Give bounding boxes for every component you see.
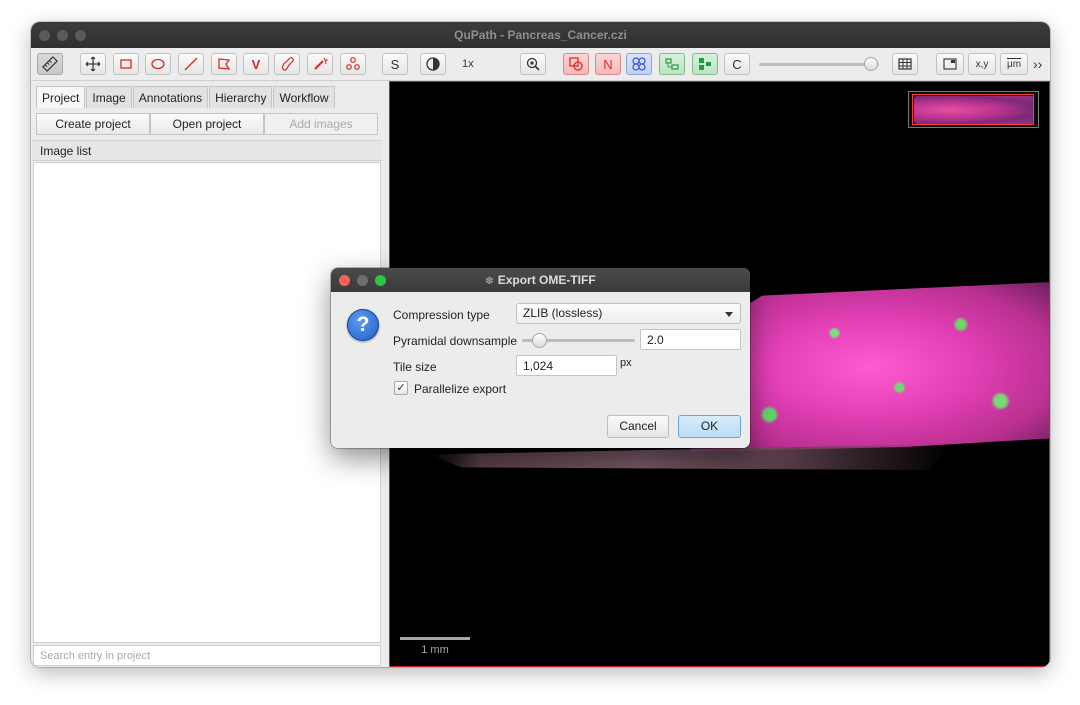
grid-icon [898,58,912,70]
wand-tool-button[interactable] [307,53,333,75]
tab-workflow[interactable]: Workflow [273,86,335,108]
open-project-button[interactable]: Open project [150,113,264,135]
chevron-down-icon [725,312,733,317]
location-button[interactable]: x,y [968,53,996,75]
fill-detections-button[interactable] [659,53,685,75]
ruler-tool-button[interactable] [37,53,63,75]
ellipse-tool-button[interactable] [145,53,171,75]
points-tool-button[interactable] [340,53,366,75]
overview-viewport-frame [912,94,1034,125]
pixel-classification-button[interactable] [692,53,718,75]
downsample-slider-knob[interactable] [532,333,547,348]
location-icon: x,y [975,58,989,70]
overview-thumbnail[interactable] [908,91,1039,128]
show-detections-button[interactable] [626,53,652,75]
scalebar-icon: μm [1006,58,1022,70]
c-icon: C [732,56,742,72]
scale-bar-label: 1 mm [421,644,449,656]
project-button-row: Create project Open project Add images [36,113,378,135]
app-icon: ✽ [485,276,494,287]
s-icon: S [390,56,400,72]
overview-button[interactable] [936,53,964,75]
search-project-input[interactable] [33,645,381,666]
opacity-slider-knob[interactable] [864,57,878,71]
tile-size-field[interactable] [516,355,617,376]
brush-icon [281,57,294,71]
rectangle-icon [120,59,132,69]
zoom-level[interactable]: 1x [462,53,474,75]
polyline-tool-button[interactable]: V [243,53,269,75]
parallelize-export-label: Parallelize export [414,382,507,396]
panel-tabs: Project Image Annotations Hierarchy Work… [36,86,336,108]
show-detections-icon [632,57,646,71]
tile-size-label: Tile size [393,360,437,374]
pyramidal-downsample-label: Pyramidal downsample [393,334,518,348]
show-annotations-button[interactable] [563,53,589,75]
question-icon: ? [347,309,379,341]
dialog-zoom-button[interactable] [375,275,386,286]
compression-type-select[interactable]: ZLIB (lossless) [516,303,741,324]
brightness-contrast-button[interactable] [420,53,446,75]
wand-icon [314,57,328,70]
fill-detections-icon [665,58,679,70]
cell-boundaries-button[interactable]: C [724,53,750,75]
selection-mode-button[interactable]: S [382,53,408,75]
compression-type-value: ZLIB (lossless) [523,306,603,320]
ellipse-icon [151,58,165,70]
downsample-field[interactable] [640,329,741,350]
parallelize-export-checkbox[interactable]: ✓ [394,381,408,395]
grid-button[interactable] [892,53,918,75]
zoom-window-button[interactable] [75,30,86,41]
window-titlebar: QuPath - Pancreas_Cancer.czi [31,22,1050,48]
polygon-tool-button[interactable] [211,53,237,75]
show-names-button[interactable]: N [595,53,621,75]
points-icon [346,57,360,70]
brightness-contrast-icon [426,57,440,71]
pixel-classification-icon [699,58,711,70]
show-annotations-icon [569,57,583,71]
export-ome-tiff-dialog: ✽ Export OME-TIFF ? Compression type ZLIB… [331,268,750,448]
scale-bar [400,637,470,640]
tab-hierarchy[interactable]: Hierarchy [209,86,273,108]
polygon-icon [218,58,231,70]
image-list[interactable] [33,162,381,643]
brush-tool-button[interactable] [274,53,300,75]
tile-size-unit: px [620,357,632,369]
ok-button[interactable]: OK [678,415,741,438]
move-icon [85,56,101,72]
compression-type-label: Compression type [393,308,490,322]
create-project-button[interactable]: Create project [36,113,150,135]
close-window-button[interactable] [39,30,50,41]
n-icon: N [603,56,613,72]
opacity-slider[interactable] [759,63,879,66]
zoom-to-fit-button[interactable] [520,53,546,75]
move-tool-button[interactable] [80,53,106,75]
line-icon [184,57,198,71]
dialog-close-button[interactable] [339,275,350,286]
minimize-window-button[interactable] [57,30,68,41]
scalebar-button[interactable]: μm [1000,53,1028,75]
overview-icon [943,58,957,70]
cancel-button[interactable]: Cancel [607,415,669,438]
dialog-title: Export OME-TIFF [497,273,596,287]
main-toolbar: V S 1x N C x,y μm ›› [31,48,1050,81]
ruler-icon [42,56,58,72]
tab-annotations[interactable]: Annotations [132,86,209,108]
image-list-header: Image list [32,140,382,161]
line-tool-button[interactable] [178,53,204,75]
v-tool-icon: V [251,56,261,72]
more-tools-icon[interactable]: ›› [1033,53,1042,75]
rectangle-tool-button[interactable] [113,53,139,75]
dialog-minimize-button[interactable] [357,275,368,286]
window-title: QuPath - Pancreas_Cancer.czi [454,28,627,42]
dialog-titlebar: ✽ Export OME-TIFF [331,268,750,292]
add-images-button[interactable]: Add images [264,113,378,135]
tab-project[interactable]: Project [36,86,86,108]
tab-image[interactable]: Image [86,86,132,108]
zoom-to-fit-icon [526,57,540,71]
